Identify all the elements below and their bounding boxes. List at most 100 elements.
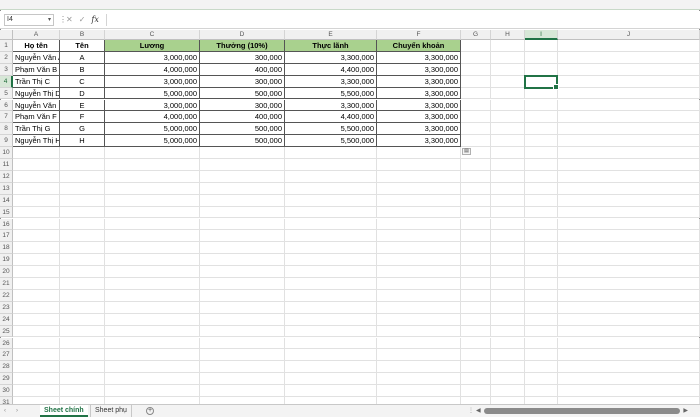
grid-cell[interactable] xyxy=(13,170,60,183)
grid-cell[interactable] xyxy=(285,147,377,159)
grid-cell[interactable] xyxy=(461,159,491,171)
table-cell[interactable]: 400,000 xyxy=(200,63,285,76)
grid-cell[interactable] xyxy=(105,182,200,195)
table-cell[interactable]: 5,000,000 xyxy=(105,87,200,100)
grid-cell[interactable] xyxy=(491,313,525,326)
grid-cell[interactable] xyxy=(461,385,491,397)
grid-cell[interactable] xyxy=(200,373,285,386)
table-cell[interactable]: 4,400,000 xyxy=(285,111,377,124)
grid-cell[interactable] xyxy=(285,349,377,362)
grid-cell[interactable] xyxy=(105,373,200,386)
grid-cell[interactable] xyxy=(105,349,200,362)
grid-cell[interactable] xyxy=(558,254,700,267)
grid-cell[interactable] xyxy=(13,182,60,195)
row-header-2[interactable]: 2 xyxy=(0,51,13,64)
grid-cell[interactable] xyxy=(105,170,200,183)
scrollbar-thumb[interactable] xyxy=(484,408,680,414)
grid-cell[interactable] xyxy=(60,385,105,397)
row-header-3[interactable]: 3 xyxy=(0,63,13,76)
column-header-c[interactable]: C xyxy=(105,30,200,40)
grid-cell[interactable] xyxy=(60,337,105,350)
name-box[interactable]: I4 ▾ xyxy=(4,14,54,26)
table-cell[interactable]: 5,000,000 xyxy=(105,135,200,148)
grid-cell[interactable] xyxy=(491,75,525,88)
grid-cell[interactable] xyxy=(285,170,377,183)
table-cell[interactable]: 5,500,000 xyxy=(285,87,377,100)
grid-cell[interactable] xyxy=(558,349,700,362)
grid-cell[interactable] xyxy=(200,349,285,362)
grid-cell[interactable] xyxy=(558,135,700,148)
grid-cell[interactable] xyxy=(461,40,491,52)
grid-cell[interactable] xyxy=(105,337,200,350)
row-header-12[interactable]: 12 xyxy=(0,170,13,183)
grid-cell[interactable] xyxy=(105,266,200,278)
cancel-icon[interactable]: ✕ xyxy=(66,14,73,26)
grid-cell[interactable] xyxy=(525,301,558,314)
grid-cell[interactable] xyxy=(525,206,558,219)
horizontal-scrollbar[interactable]: ◀ ▶ xyxy=(476,408,688,414)
row-header-21[interactable]: 21 xyxy=(0,278,13,290)
table-header-cell[interactable]: Lương xyxy=(105,40,200,52)
grid-cell[interactable] xyxy=(461,206,491,219)
grid-cell[interactable] xyxy=(377,170,461,183)
grid-cell[interactable] xyxy=(461,123,491,136)
grid-cell[interactable] xyxy=(558,373,700,386)
grid-cell[interactable] xyxy=(13,278,60,290)
grid-cell[interactable] xyxy=(200,230,285,243)
row-header-20[interactable]: 20 xyxy=(0,266,13,278)
grid-cell[interactable] xyxy=(461,349,491,362)
grid-cell[interactable] xyxy=(200,242,285,255)
sheet-tab-secondary[interactable]: Sheet phụ xyxy=(90,405,132,417)
grid-cell[interactable] xyxy=(558,87,700,100)
grid-cell[interactable] xyxy=(525,99,558,112)
grid-cell[interactable] xyxy=(461,242,491,255)
table-cell[interactable]: A xyxy=(60,51,105,64)
grid-cell[interactable] xyxy=(105,313,200,326)
grid-cell[interactable] xyxy=(491,361,525,374)
grid-cell[interactable] xyxy=(558,266,700,278)
table-cell[interactable]: Nguyễn Thị D xyxy=(13,87,60,100)
grid-cell[interactable] xyxy=(285,266,377,278)
table-cell[interactable]: 3,000,000 xyxy=(105,51,200,64)
row-header-30[interactable]: 30 xyxy=(0,385,13,397)
table-cell[interactable]: 4,400,000 xyxy=(285,63,377,76)
grid-cell[interactable] xyxy=(525,266,558,278)
row-header-13[interactable]: 13 xyxy=(0,182,13,195)
grid-cell[interactable] xyxy=(491,289,525,302)
grid-cell[interactable] xyxy=(491,87,525,100)
grid-cell[interactable] xyxy=(377,289,461,302)
grid-cell[interactable] xyxy=(558,230,700,243)
grid-cell[interactable] xyxy=(377,159,461,171)
row-header-15[interactable]: 15 xyxy=(0,206,13,219)
grid-cell[interactable] xyxy=(13,373,60,386)
grid-cell[interactable] xyxy=(105,230,200,243)
grid-cell[interactable] xyxy=(491,349,525,362)
grid-cell[interactable] xyxy=(377,182,461,195)
grid-cell[interactable] xyxy=(491,266,525,278)
grid-cell[interactable] xyxy=(461,230,491,243)
grid-cell[interactable] xyxy=(13,230,60,243)
grid-cell[interactable] xyxy=(60,278,105,290)
table-cell[interactable]: 3,300,000 xyxy=(285,51,377,64)
table-cell[interactable]: 400,000 xyxy=(200,111,285,124)
grid-cell[interactable] xyxy=(525,278,558,290)
grid-cell[interactable] xyxy=(285,313,377,326)
grid-cell[interactable] xyxy=(285,218,377,231)
grid-cell[interactable] xyxy=(525,40,558,52)
table-cell[interactable]: G xyxy=(60,123,105,136)
grid-cell[interactable] xyxy=(461,218,491,231)
function-icon[interactable]: fx xyxy=(91,14,98,26)
grid-cell[interactable] xyxy=(558,301,700,314)
grid-cell[interactable] xyxy=(285,301,377,314)
fill-handle[interactable] xyxy=(553,83,559,90)
grid-cell[interactable] xyxy=(491,63,525,76)
grid-cell[interactable] xyxy=(461,373,491,386)
grid-cell[interactable] xyxy=(377,254,461,267)
table-cell[interactable]: Phạm Văn F xyxy=(13,111,60,124)
table-cell[interactable]: F xyxy=(60,111,105,124)
grid-cell[interactable] xyxy=(491,254,525,267)
add-sheet-icon[interactable]: + xyxy=(146,407,154,415)
grid-cell[interactable] xyxy=(60,373,105,386)
grid-cell[interactable] xyxy=(491,99,525,112)
column-header-g[interactable]: G xyxy=(461,30,491,40)
